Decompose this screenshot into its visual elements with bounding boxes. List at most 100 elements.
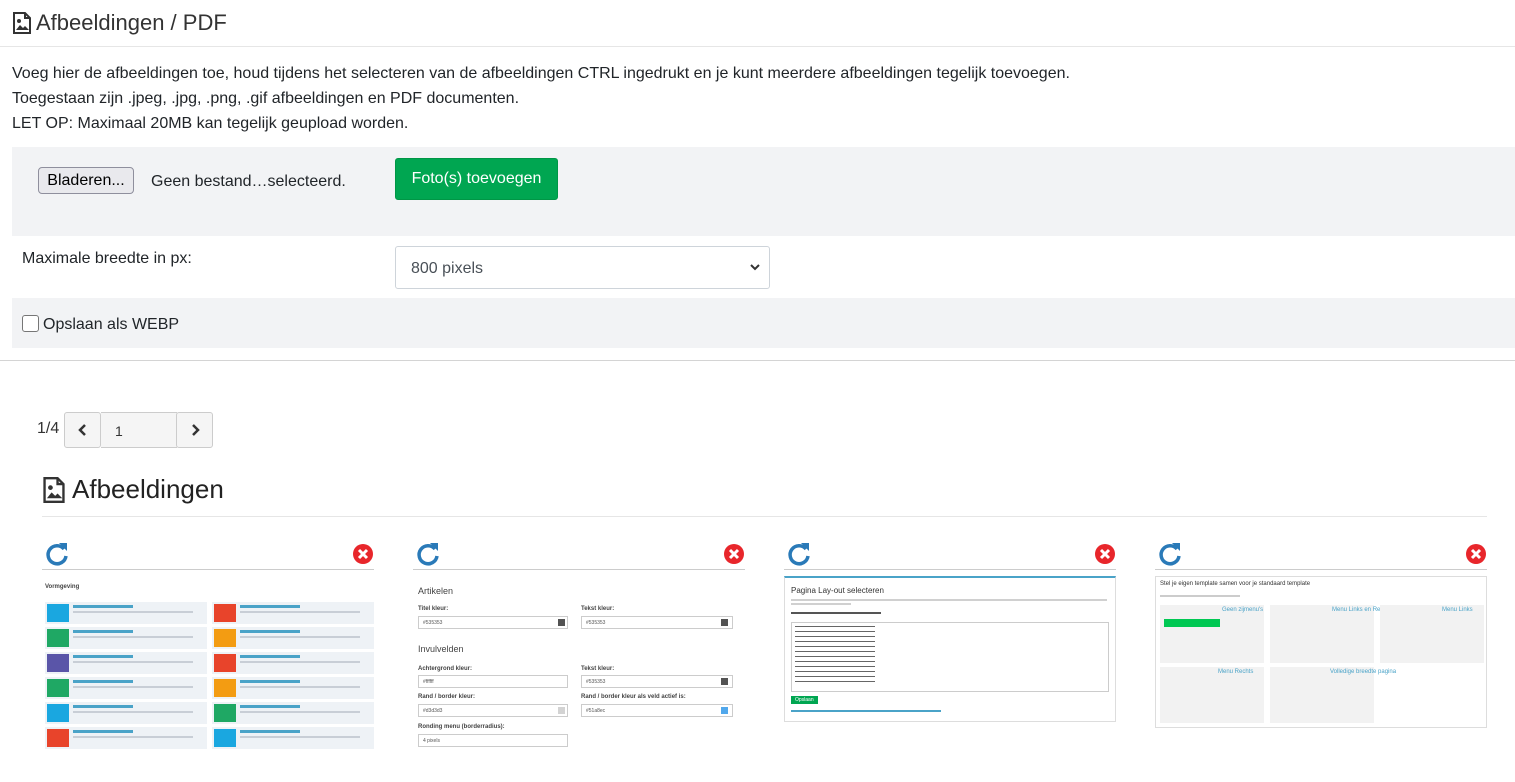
thumb-label: Titel kleur: — [418, 606, 449, 612]
thumb-tile — [45, 602, 207, 624]
thumb-tile — [212, 702, 374, 724]
card-divider — [1155, 569, 1487, 570]
thumb-template-name: Volledige breedte pagina — [1330, 669, 1397, 675]
color-swatch — [558, 619, 565, 626]
thumb-label: Ronding menu (borderradius): — [418, 724, 505, 730]
upload-instructions: Voeg hier de afbeeldingen toe, houd tijd… — [12, 61, 1070, 136]
image-card: Artikelen Titel kleur: Tekst kleur: #535… — [413, 540, 745, 755]
thumb-label: Achtergrond kleur: — [418, 666, 473, 672]
image-thumbnail[interactable]: Stel je eigen template samen voor je sta… — [1155, 576, 1487, 728]
chevron-right-icon — [191, 424, 200, 436]
thumb-text — [791, 603, 851, 605]
max-width-label: Maximale breedte in px: — [22, 250, 192, 267]
thumb-label: Rand / border kleur: — [418, 694, 476, 700]
image-thumbnail[interactable]: Pagina Lay-out selecteren Opslaan — [784, 576, 1116, 722]
chevron-down-icon — [750, 264, 760, 271]
thumb-tile — [212, 652, 374, 674]
thumb-title: Pagina Lay-out selecteren — [791, 586, 884, 595]
refresh-icon[interactable] — [786, 541, 812, 567]
max-width-select[interactable]: 800 pixels — [395, 246, 770, 289]
delete-icon[interactable] — [1465, 543, 1487, 565]
card-divider — [42, 569, 374, 570]
instruction-line: Voeg hier de afbeeldingen toe, houd tijd… — [12, 65, 1070, 82]
next-page-button[interactable] — [176, 412, 213, 448]
webp-checkbox[interactable] — [22, 315, 39, 332]
color-swatch — [558, 707, 565, 714]
thumb-tile — [45, 702, 207, 724]
instruction-line: LET OP: Maximaal 20MB kan tegelijk geupl… — [12, 115, 409, 132]
thumb-text — [791, 612, 881, 614]
thumb-template — [1380, 605, 1484, 663]
thumb-code-lines — [795, 626, 875, 686]
divider — [0, 360, 1515, 361]
instruction-line: Toegestaan zijn .jpeg, .jpg, .png, .gif … — [12, 90, 520, 107]
image-card: Vormgeving — [42, 540, 374, 755]
prev-page-button[interactable] — [64, 412, 101, 448]
thumb-template — [1160, 667, 1264, 723]
chevron-left-icon — [77, 424, 86, 436]
image-thumbnail[interactable]: Vormgeving — [42, 576, 374, 754]
color-swatch — [721, 707, 728, 714]
page-header: Afbeeldingen / PDF — [0, 0, 1515, 47]
thumb-template-name: Geen zijmenu's — [1222, 607, 1264, 613]
delete-icon[interactable] — [352, 543, 374, 565]
section-divider — [42, 516, 1487, 517]
thumb-field: #ffffff — [418, 675, 568, 688]
thumb-field: #535353 — [418, 616, 568, 629]
thumb-field: #535353 — [581, 675, 733, 688]
thumb-template — [1270, 605, 1374, 663]
file-status: Geen bestand…selecteerd. — [151, 173, 346, 190]
max-width-row: Maximale breedte in px: 800 pixels — [12, 236, 1515, 298]
image-card: Stel je eigen template samen voor je sta… — [1155, 540, 1487, 755]
thumb-tile — [45, 677, 207, 699]
thumb-label: Tekst kleur: — [581, 606, 615, 612]
pager-label: 1/4 — [37, 420, 60, 437]
thumb-section: Invulvelden — [418, 644, 464, 654]
thumb-template-name: Menu Links — [1442, 607, 1473, 613]
thumb-label: Tekst kleur: — [581, 666, 615, 672]
image-file-icon — [43, 476, 65, 503]
color-swatch — [721, 619, 728, 626]
page-input[interactable]: 1 — [101, 412, 177, 448]
thumb-field: #51a8ec — [581, 704, 733, 717]
thumb-tile — [212, 627, 374, 649]
thumb-field: #535353 — [581, 616, 733, 629]
image-card: Pagina Lay-out selecteren Opslaan — [784, 540, 1116, 755]
delete-icon[interactable] — [723, 543, 745, 565]
add-photos-button[interactable]: Foto(s) toevoegen — [395, 158, 558, 200]
webp-label[interactable]: Opslaan als WEBP — [43, 316, 179, 334]
thumb-tile — [45, 727, 207, 749]
thumb-heading: Vormgeving — [45, 584, 80, 590]
thumb-tile — [45, 627, 207, 649]
thumb-field: 4 pixels — [418, 734, 568, 747]
thumb-text — [791, 599, 1107, 601]
refresh-icon[interactable] — [415, 541, 441, 567]
webp-row: Opslaan als WEBP — [12, 298, 1515, 348]
card-divider — [413, 569, 745, 570]
card-divider — [784, 569, 1116, 570]
thumb-tile — [45, 652, 207, 674]
max-width-selected: 800 pixels — [411, 260, 484, 277]
thumb-tile — [212, 727, 374, 749]
image-thumbnail[interactable]: Artikelen Titel kleur: Tekst kleur: #535… — [413, 576, 745, 754]
section-title: Afbeeldingen — [42, 474, 224, 505]
upload-row: Bladeren... Geen bestand…selecteerd. Fot… — [12, 147, 1515, 236]
thumb-save-button: Opslaan — [791, 696, 818, 704]
thumb-tile — [212, 677, 374, 699]
page-title: Afbeeldingen / PDF — [36, 10, 227, 35]
thumb-label: Rand / border kleur als veld actief is: — [581, 694, 686, 700]
thumb-template — [1270, 667, 1374, 723]
delete-icon[interactable] — [1094, 543, 1116, 565]
thumb-title: Stel je eigen template samen voor je sta… — [1160, 581, 1311, 587]
thumb-template-name: Menu Rechts — [1218, 669, 1254, 675]
refresh-icon[interactable] — [44, 541, 70, 567]
section-title-text: Afbeeldingen — [72, 474, 224, 504]
thumb-field: #d3d3d3 — [418, 704, 568, 717]
refresh-icon[interactable] — [1157, 541, 1183, 567]
thumb-tile — [212, 602, 374, 624]
browse-button[interactable]: Bladeren... — [38, 167, 134, 194]
thumb-template — [1160, 605, 1264, 663]
thumb-text — [1160, 595, 1240, 597]
thumb-link — [791, 710, 941, 712]
color-swatch — [721, 678, 728, 685]
